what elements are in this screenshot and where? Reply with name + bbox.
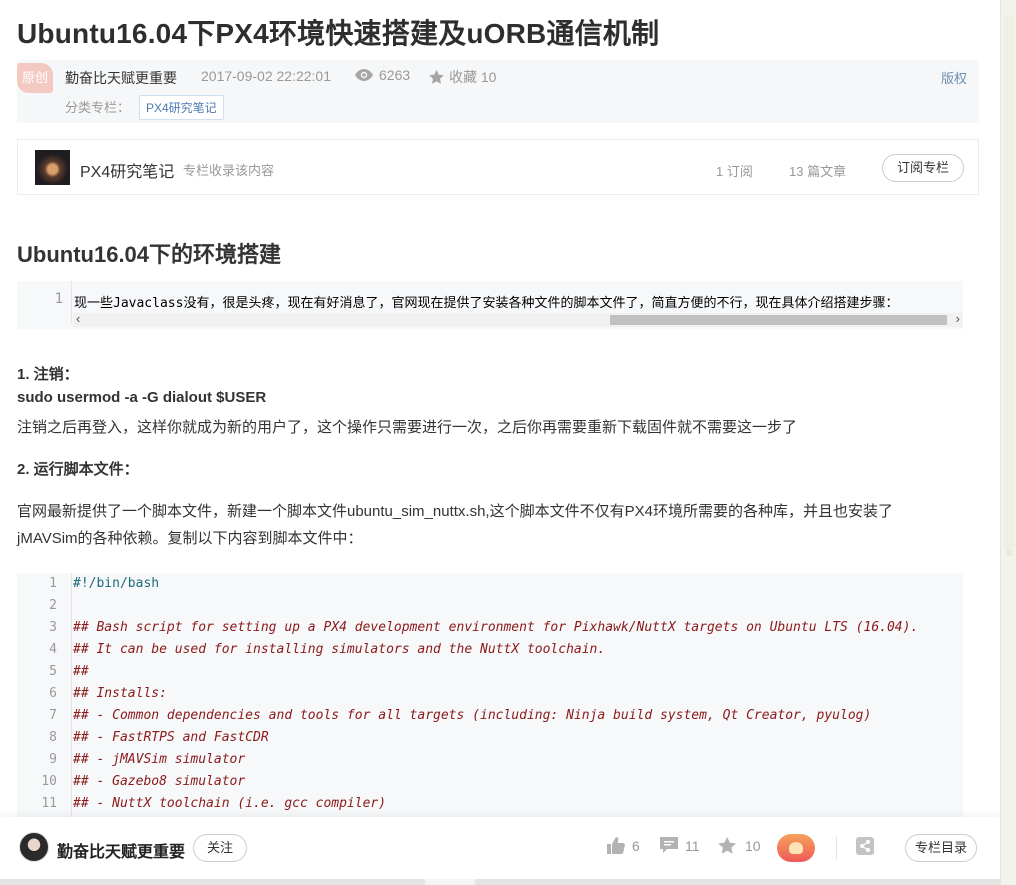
code-row: 1 #!/bin/bash [17,573,963,595]
code-line: ## [73,664,89,679]
column-article-count: 13 篇文章 [789,164,847,179]
reward-icon[interactable] [777,834,815,862]
column-card: PX4研究笔记 专栏收录该内容 1 订阅 13 篇文章 订阅专栏 [17,139,979,195]
article-title: Ubuntu16.04下PX4环境快速搭建及uORB通信机制 [17,18,660,49]
column-name[interactable]: PX4研究笔记 [80,158,174,182]
article-page: Ubuntu16.04下PX4环境快速搭建及uORB通信机制 原创 勤奋比天赋更… [0,0,1000,885]
author-avatar[interactable] [19,832,49,862]
code-row: 9 ## - jMAVSim simulator [17,749,963,771]
line-number: 10 [41,774,57,789]
copyright-link[interactable]: 版权 [941,68,967,87]
code-line: ## - jMAVSim simulator [73,752,246,767]
code-line: ## It can be used for installing simulat… [73,642,606,657]
star-icon [429,70,444,84]
code-line: #!/bin/bash [73,576,160,591]
code-row: 2 [17,595,963,617]
bottom-toolbar: 勤奋比天赋更重要 关注 6 11 10 专栏目录 [0,817,1000,879]
scroll-left-icon[interactable]: ‹ [76,311,80,326]
scrollbar-thumb[interactable] [610,315,947,325]
step1-title: 1. 注销： [17,366,79,383]
favorite-label: 收藏 10 [449,69,497,85]
vertical-scrollbar-thumb[interactable] [1004,15,1014,550]
horizontal-scrollbar[interactable]: ‹ › [73,311,963,327]
step1-command: sudo usermod -a -G dialout $USER [17,389,267,406]
column-toc-button[interactable]: 专栏目录 [905,834,978,862]
section-heading: Ubuntu16.04下的环境搭建 [17,242,282,267]
eye-icon [355,69,373,81]
code-row: 5 ## [17,661,963,683]
like-count: 6 [632,837,640,854]
code-line: ## - FastRTPS and FastCDR [73,730,269,745]
share-icon [856,837,874,855]
follow-button[interactable]: 关注 [193,834,248,862]
author-link[interactable]: 勤奋比天赋更重要 [65,68,177,88]
column-desc: 专栏收录该内容 [183,163,275,178]
toolbar-divider [836,837,837,859]
line-number: 2 [49,598,57,613]
line-number: 1 [54,291,63,307]
step2-title: 2. 运行脚本文件： [17,461,139,478]
line-number: 6 [49,686,57,701]
code-row: 7 ## - Common dependencies and tools for … [17,705,963,727]
step2-description-line1: 官网最新提供了一个脚本文件，新建一个脚本文件ubuntu_sim_nuttx.s… [17,503,893,520]
comment-button[interactable]: 11 [660,837,700,854]
comment-count: 11 [685,837,700,854]
line-number: 9 [49,752,57,767]
favorite-button[interactable]: 收藏 10 [429,67,496,87]
code-line: ## Bash script for setting up a PX4 deve… [73,620,919,635]
comment-icon [660,837,678,853]
thumbs-up-icon [607,837,625,854]
original-badge: 原创 [17,63,53,93]
code-line: 现一些Javaclass没有，很是头疼，现在有好消息了，官网现在提供了安装各种文… [74,296,899,311]
code-row: 11 ## - NuttX toolchain (i.e. gcc compile… [17,793,963,815]
code-row: 4 ## It can be used for installing simula… [17,639,963,661]
column-subscriptions: 1 订阅 [716,164,753,179]
like-button[interactable]: 6 [607,837,640,854]
code-line: ## Installs: [73,686,167,701]
line-number: 8 [49,730,57,745]
line-number: 11 [41,796,57,811]
code-line: ## - Common dependencies and tools for a… [73,708,872,723]
code-row: 3 ## Bash script for setting up a PX4 dev… [17,617,963,639]
line-number-gutter: 1 [17,281,72,323]
line-number: 3 [49,620,57,635]
collect-button[interactable]: 10 [718,837,761,855]
footer-author-name[interactable]: 勤奋比天赋更重要 [57,838,185,862]
category-tag[interactable]: PX4研究笔记 [139,95,224,120]
line-number: 7 [49,708,57,723]
step2-description-line2: jMAVSim的各种依赖。复制以下内容到脚本文件中： [17,530,363,547]
page-vertical-scrollbar[interactable] [1000,0,1016,885]
star-plus-icon [718,837,737,854]
article-meta-bar: 原创 勤奋比天赋更重要 2017-09-02 22:22:01 6263 收藏 … [17,60,979,123]
line-number: 5 [49,664,57,679]
line-number: 1 [49,576,57,591]
code-row: 10 ## - Gazebo8 simulator [17,771,963,793]
collect-count: 10 [745,838,761,854]
code-line: ## - Gazebo8 simulator [73,774,246,789]
step1-description: 注销之后再登入，这样你就成为新的用户了，这个操作只需要进行一次，之后你再需要重新… [17,419,798,436]
category-label: 分类专栏： [65,100,131,115]
view-count-value: 6263 [379,67,411,83]
publish-date: 2017-09-02 22:22:01 [201,68,331,84]
code-row: 6 ## Installs: [17,683,963,705]
column-cover-image[interactable] [35,150,70,185]
code-row: 8 ## - FastRTPS and FastCDR [17,727,963,749]
scrollbar-mark [1006,550,1012,556]
page-horizontal-scrollbar[interactable] [0,879,1000,885]
line-number: 4 [49,642,57,657]
code-block-1: 1 现一些Javaclass没有，很是头疼，现在有好消息了，官网现在提供了安装各… [17,281,963,329]
view-count: 6263 [355,67,410,83]
share-button[interactable] [856,837,874,860]
page-scrollbar-thumb[interactable] [425,879,475,885]
scroll-right-icon[interactable]: › [956,311,960,326]
code-block-2: 1 #!/bin/bash 2 3 ## Bash script for setting… [17,573,963,818]
subscribe-column-button[interactable]: 订阅专栏 [882,154,965,182]
code-line: ## - NuttX toolchain (i.e. gcc compiler) [73,796,387,811]
